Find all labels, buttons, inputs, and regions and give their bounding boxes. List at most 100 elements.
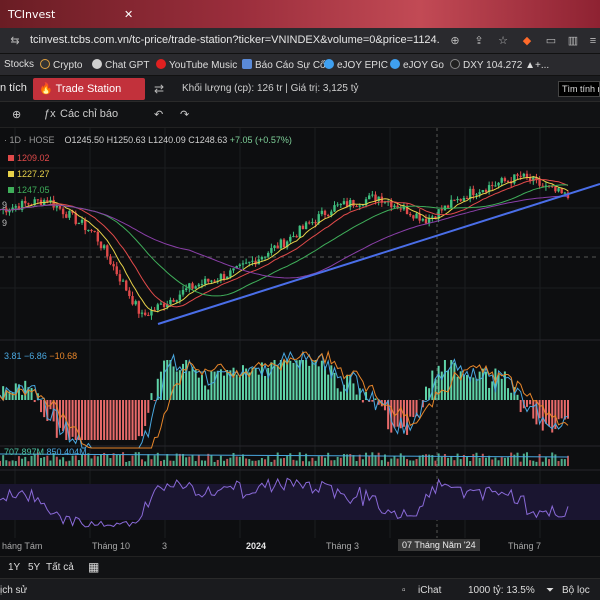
undo-icon[interactable]: ↶: [154, 108, 163, 121]
candle-body: [172, 299, 175, 302]
macd-bar: [399, 400, 402, 429]
volume-bar: [320, 455, 323, 466]
bookmark-dxy[interactable]: DXY 104.272 ▲+...: [450, 59, 549, 71]
tab-analysis[interactable]: n tích: [0, 82, 27, 94]
volume-bar: [409, 460, 412, 466]
menu-icon[interactable]: ≡: [586, 34, 600, 48]
bookmark-ejoy-go[interactable]: eJOY Go: [390, 59, 444, 71]
chat-icon[interactable]: ▫: [402, 585, 406, 596]
range-1y-button[interactable]: 1Y: [8, 562, 20, 573]
candle-body: [191, 283, 194, 289]
candle-body: [90, 229, 93, 231]
candle-body: [330, 211, 333, 216]
candle-body: [118, 274, 122, 282]
x-tick: Tháng 3: [326, 541, 360, 551]
volume-bar: [24, 456, 27, 466]
bookmark-bao-cao-su-co[interactable]: Báo Cáo Sự Cố: [242, 59, 326, 71]
volume-bar: [58, 459, 61, 466]
candle-body: [77, 222, 81, 224]
search-input[interactable]: Tìm tính n: [558, 81, 600, 97]
volume-bar: [443, 454, 446, 466]
sidebar-icon[interactable]: ▭: [544, 34, 558, 48]
low-value: L1240.09: [148, 135, 186, 145]
volume-bar: [330, 460, 333, 466]
value-ratio: 1000 tỷ: 13.5%: [468, 585, 535, 596]
volume-bar: [298, 452, 301, 466]
macd-bar: [257, 374, 260, 400]
macd-bar: [194, 370, 197, 400]
volume-bar: [71, 455, 74, 466]
macd-bar: [466, 374, 469, 400]
add-icon[interactable]: ⊕: [12, 108, 21, 121]
zoom-icon[interactable]: ⊕: [448, 34, 462, 48]
swap-icon[interactable]: ⇄: [154, 82, 164, 96]
range-all-button[interactable]: Tất cả: [46, 562, 74, 573]
macd-bar: [443, 360, 446, 400]
extensions-icon[interactable]: ▥: [566, 34, 580, 48]
macd-bar: [500, 378, 503, 400]
volume-bar: [207, 453, 210, 466]
macd-bar: [264, 375, 267, 400]
macd-bar: [557, 400, 560, 420]
candle-body: [371, 194, 374, 196]
trade-station-button[interactable]: 🔥 Trade Station: [33, 78, 145, 100]
bookmark-chat-gpt[interactable]: Chat GPT: [92, 59, 149, 71]
volume-bar: [402, 456, 405, 466]
calendar-icon[interactable]: ▦: [88, 560, 99, 574]
bookmark-stocks[interactable]: Stocks: [4, 59, 34, 70]
filter-icon[interactable]: ⏷: [546, 585, 554, 596]
candle-body: [244, 262, 248, 264]
volume-value-1: 707.897M: [4, 447, 45, 457]
site-settings-icon[interactable]: ⇆: [8, 34, 22, 48]
indicators-icon[interactable]: ƒx: [44, 108, 56, 120]
bookmark-youtube-music[interactable]: YouTube Music: [156, 59, 237, 71]
chart-canvas[interactable]: [0, 128, 600, 556]
volume-bar: [17, 456, 20, 466]
macd-bar: [150, 393, 153, 400]
macd-bar: [131, 400, 134, 440]
range-5y-button[interactable]: 5Y: [28, 562, 40, 573]
candle-body: [415, 213, 418, 219]
macd-bar: [317, 366, 320, 400]
share-icon[interactable]: ⇪: [472, 34, 486, 48]
macd-bar: [106, 400, 109, 440]
filter-link[interactable]: Bộ lọc: [562, 585, 590, 596]
volume-bar: [163, 459, 166, 466]
candle-body: [270, 247, 273, 253]
candle-body: [134, 301, 137, 305]
brave-icon[interactable]: ◆: [520, 34, 534, 48]
chart-toolbar: ⊕ ƒx Các chỉ báo ↶ ↷: [0, 102, 600, 128]
macd-bar: [472, 377, 475, 400]
macd-bar: [339, 391, 342, 400]
volume-bar: [276, 452, 279, 466]
candle-body: [248, 261, 251, 263]
macd-bar: [87, 400, 90, 440]
price-chart[interactable]: [0, 128, 600, 556]
macd-bar: [33, 400, 36, 403]
volume-bar: [507, 457, 510, 466]
macd-bar: [560, 400, 563, 419]
macd-bar: [112, 400, 115, 440]
macd-bar: [352, 383, 355, 400]
volume-bar: [147, 454, 150, 466]
bookmark-crypto[interactable]: Crypto: [40, 59, 82, 71]
star-icon[interactable]: ☆: [496, 34, 510, 48]
browser-tab[interactable]: TCInvest: [0, 4, 140, 26]
history-link[interactable]: ịch sử: [0, 585, 27, 596]
volume-bar: [216, 459, 219, 466]
volume-bar: [380, 460, 383, 466]
volume-bar: [5, 460, 8, 466]
url-field[interactable]: tcinvest.tcbs.com.vn/tc-price/trade-stat…: [30, 34, 440, 46]
tab-close-icon[interactable]: ✕: [124, 8, 133, 21]
volume-bar: [500, 457, 503, 466]
ichat-link[interactable]: iChat: [418, 585, 441, 596]
volume-bar: [327, 452, 330, 466]
indicators-button[interactable]: Các chỉ báo: [60, 108, 118, 120]
macd-bar: [109, 400, 112, 440]
candle-body: [399, 208, 402, 210]
volume-bar: [308, 461, 311, 466]
bookmark-ejoy-epic[interactable]: eJOY EPIC: [324, 59, 388, 71]
macd-bar: [541, 400, 544, 431]
volume-bar: [245, 458, 248, 466]
redo-icon[interactable]: ↷: [180, 108, 189, 121]
